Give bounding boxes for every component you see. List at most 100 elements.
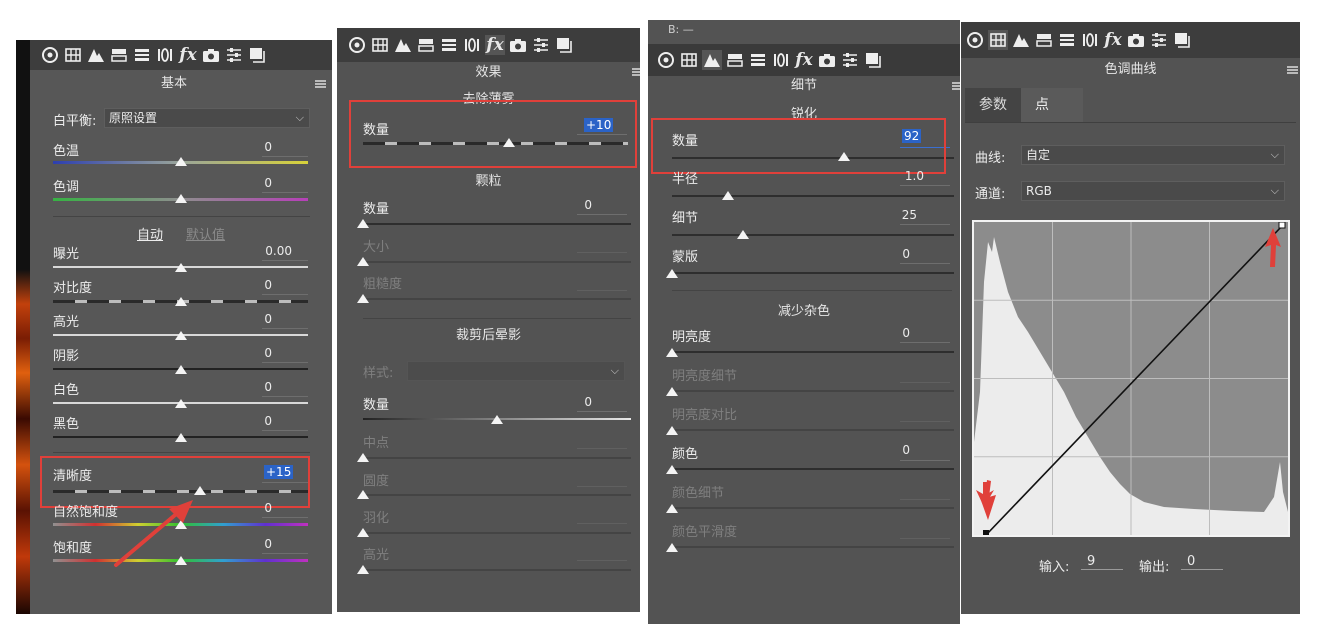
- presets-icon[interactable]: [840, 50, 860, 70]
- exposure-slider-thumb[interactable]: [174, 263, 187, 272]
- sharpen-masking-value[interactable]: 0: [870, 247, 910, 261]
- bars-icon[interactable]: [748, 50, 768, 70]
- nr-luminance-slider-track[interactable]: [672, 351, 954, 353]
- nr-color-detail-slider-track[interactable]: [672, 507, 954, 509]
- mountain-icon[interactable]: [393, 35, 413, 55]
- split-tone-icon[interactable]: [416, 35, 436, 55]
- presets-icon[interactable]: [531, 35, 551, 55]
- blacks-value[interactable]: 0: [232, 414, 272, 428]
- vignette-midpoint-slider-track[interactable]: [363, 457, 631, 459]
- vibrance-value[interactable]: 0: [232, 501, 272, 515]
- aperture-icon[interactable]: [40, 45, 60, 65]
- input-field[interactable]: 9: [1081, 554, 1123, 570]
- sharpen-detail-value[interactable]: 25: [877, 208, 917, 222]
- aperture-icon[interactable]: [965, 30, 985, 50]
- lens-icon[interactable]: [1080, 30, 1100, 50]
- exposure-value[interactable]: 0.00: [252, 244, 292, 258]
- sharpen-radius-slider-thumb[interactable]: [722, 191, 735, 200]
- highlights-value[interactable]: 0: [232, 312, 272, 326]
- mountain-icon[interactable]: [86, 45, 106, 65]
- nr-luminance-value[interactable]: 0: [870, 326, 910, 340]
- aperture-icon[interactable]: [347, 35, 367, 55]
- vignette-highlights-slider-track[interactable]: [363, 569, 631, 571]
- aperture-icon[interactable]: [656, 50, 676, 70]
- nr-luminance-contrast-slider-thumb[interactable]: [666, 426, 678, 435]
- vignette-feather-slider-track[interactable]: [363, 532, 631, 534]
- panel-menu-icon[interactable]: [315, 80, 326, 88]
- nr-luminance-detail-slider-track[interactable]: [672, 390, 954, 392]
- saturation-value[interactable]: 0: [232, 537, 272, 551]
- shadows-value[interactable]: 0: [232, 346, 272, 360]
- nr-color-slider-track[interactable]: [672, 468, 954, 470]
- tint-slider-thumb[interactable]: [174, 194, 187, 203]
- grid-icon[interactable]: [370, 35, 390, 55]
- auto-button[interactable]: 自动: [137, 224, 163, 243]
- lens-icon[interactable]: [462, 35, 482, 55]
- split-tone-icon[interactable]: [1034, 30, 1054, 50]
- nr-color-smoothness-slider-track[interactable]: [672, 546, 954, 548]
- fx-icon[interactable]: fx: [1103, 30, 1123, 50]
- white-balance-select[interactable]: 原照设置 ⌵: [104, 108, 310, 128]
- grain-amount-value[interactable]: 0: [552, 198, 592, 212]
- sharpen-radius-slider-track[interactable]: [672, 195, 954, 197]
- panel-menu-icon[interactable]: [952, 82, 960, 90]
- whites-slider-thumb[interactable]: [174, 399, 187, 408]
- panel-menu-icon[interactable]: [1287, 66, 1298, 74]
- grain-amount-slider-thumb[interactable]: [357, 219, 369, 228]
- nr-color-smoothness-slider-thumb[interactable]: [666, 543, 678, 552]
- vignette-feather-slider-thumb[interactable]: [357, 528, 369, 537]
- sharpen-radius-value[interactable]: 1.0: [884, 169, 924, 183]
- split-tone-icon[interactable]: [109, 45, 129, 65]
- camera-icon[interactable]: [508, 35, 528, 55]
- camera-icon[interactable]: [817, 50, 837, 70]
- nr-color-slider-thumb[interactable]: [666, 465, 678, 474]
- contrast-value[interactable]: 0: [232, 278, 272, 292]
- fx-icon[interactable]: fx: [794, 50, 814, 70]
- vignette-midpoint-slider-thumb[interactable]: [357, 453, 369, 462]
- snapshots-icon[interactable]: [863, 50, 883, 70]
- mountain-icon[interactable]: [702, 50, 722, 70]
- grid-icon[interactable]: [988, 30, 1008, 50]
- grid-icon[interactable]: [679, 50, 699, 70]
- panel-menu-icon[interactable]: [632, 68, 640, 76]
- bars-icon[interactable]: [1057, 30, 1077, 50]
- lens-icon[interactable]: [771, 50, 791, 70]
- temp-value[interactable]: 0: [232, 140, 272, 154]
- lens-icon[interactable]: [155, 45, 175, 65]
- whites-value[interactable]: 0: [232, 380, 272, 394]
- camera-icon[interactable]: [1126, 30, 1146, 50]
- presets-icon[interactable]: [224, 45, 244, 65]
- vignette-amount-slider-thumb[interactable]: [491, 415, 503, 424]
- snapshots-icon[interactable]: [247, 45, 267, 65]
- grain-size-slider-track[interactable]: [363, 261, 631, 263]
- default-button[interactable]: 默认值: [186, 224, 225, 243]
- output-field[interactable]: 0: [1181, 554, 1223, 570]
- temp-slider-thumb[interactable]: [174, 157, 187, 166]
- tab-point[interactable]: 点: [1021, 88, 1083, 122]
- sharpen-masking-slider-track[interactable]: [672, 272, 954, 274]
- highlights-slider-thumb[interactable]: [174, 331, 187, 340]
- vignette-amount-value[interactable]: 0: [552, 395, 592, 409]
- tone-curve-graph[interactable]: [972, 220, 1290, 537]
- grain-size-slider-thumb[interactable]: [357, 257, 369, 266]
- bars-icon[interactable]: [132, 45, 152, 65]
- curve-select[interactable]: 自定 ⌵: [1021, 145, 1285, 165]
- nr-luminance-contrast-slider-track[interactable]: [672, 429, 954, 431]
- nr-color-value[interactable]: 0: [870, 443, 910, 457]
- tint-value[interactable]: 0: [232, 176, 272, 190]
- tab-parametric[interactable]: 参数: [965, 88, 1021, 122]
- bars-icon[interactable]: [439, 35, 459, 55]
- contrast-slider-thumb[interactable]: [174, 297, 187, 306]
- mountain-icon[interactable]: [1011, 30, 1031, 50]
- grain-roughness-slider-track[interactable]: [363, 298, 631, 300]
- nr-luminance-detail-slider-thumb[interactable]: [666, 387, 678, 396]
- grid-icon[interactable]: [63, 45, 83, 65]
- sharpen-detail-slider-thumb[interactable]: [736, 230, 749, 239]
- grain-roughness-slider-thumb[interactable]: [357, 294, 369, 303]
- vignette-roundness-slider-thumb[interactable]: [357, 490, 369, 499]
- snapshots-icon[interactable]: [554, 35, 574, 55]
- sharpen-detail-slider-track[interactable]: [672, 234, 954, 236]
- blacks-slider-thumb[interactable]: [174, 433, 187, 442]
- channel-select[interactable]: RGB ⌵: [1021, 181, 1285, 201]
- nr-luminance-slider-thumb[interactable]: [666, 348, 678, 357]
